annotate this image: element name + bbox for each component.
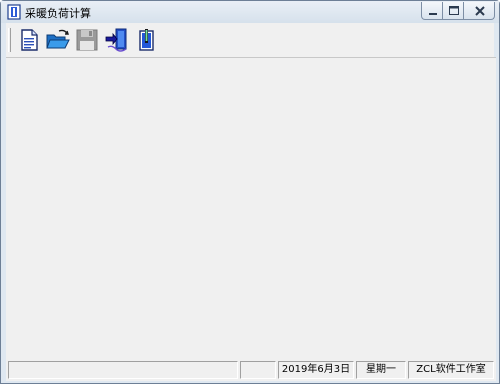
about-book-icon [139, 29, 154, 51]
open-folder-icon [46, 29, 70, 49]
maximize-icon [449, 6, 459, 15]
document-area[interactable] [6, 57, 496, 360]
new-button[interactable] [16, 27, 42, 53]
exit-door-icon [105, 28, 127, 52]
new-document-icon [21, 29, 38, 51]
save-button[interactable] [74, 27, 100, 53]
toolbar [8, 25, 168, 55]
status-panel-blank [240, 361, 276, 379]
status-date: 2019年6月3日 [278, 361, 354, 379]
title-bar[interactable]: 采暖负荷计算 [1, 1, 499, 23]
status-company: ZCL软件工作室 [408, 361, 494, 379]
window-title: 采暖负荷计算 [25, 7, 91, 20]
close-icon [475, 6, 485, 16]
close-button[interactable] [463, 2, 495, 20]
app-icon [7, 4, 21, 20]
exit-button[interactable] [104, 27, 130, 53]
about-button[interactable] [133, 27, 159, 53]
toolbar-grip[interactable] [8, 28, 11, 52]
status-message [8, 361, 238, 379]
status-bar: 2019年6月3日 星期一 ZCL软件工作室 [6, 359, 496, 381]
minimize-button[interactable] [421, 2, 443, 20]
minimize-icon [429, 13, 437, 15]
open-button[interactable] [45, 27, 71, 53]
maximize-button[interactable] [442, 2, 464, 20]
status-weekday: 星期一 [356, 361, 406, 379]
application-window: 采暖负荷计算 2019年6月3日 星期一 ZCL软件工作室 [0, 0, 500, 384]
save-disk-icon [76, 29, 98, 51]
